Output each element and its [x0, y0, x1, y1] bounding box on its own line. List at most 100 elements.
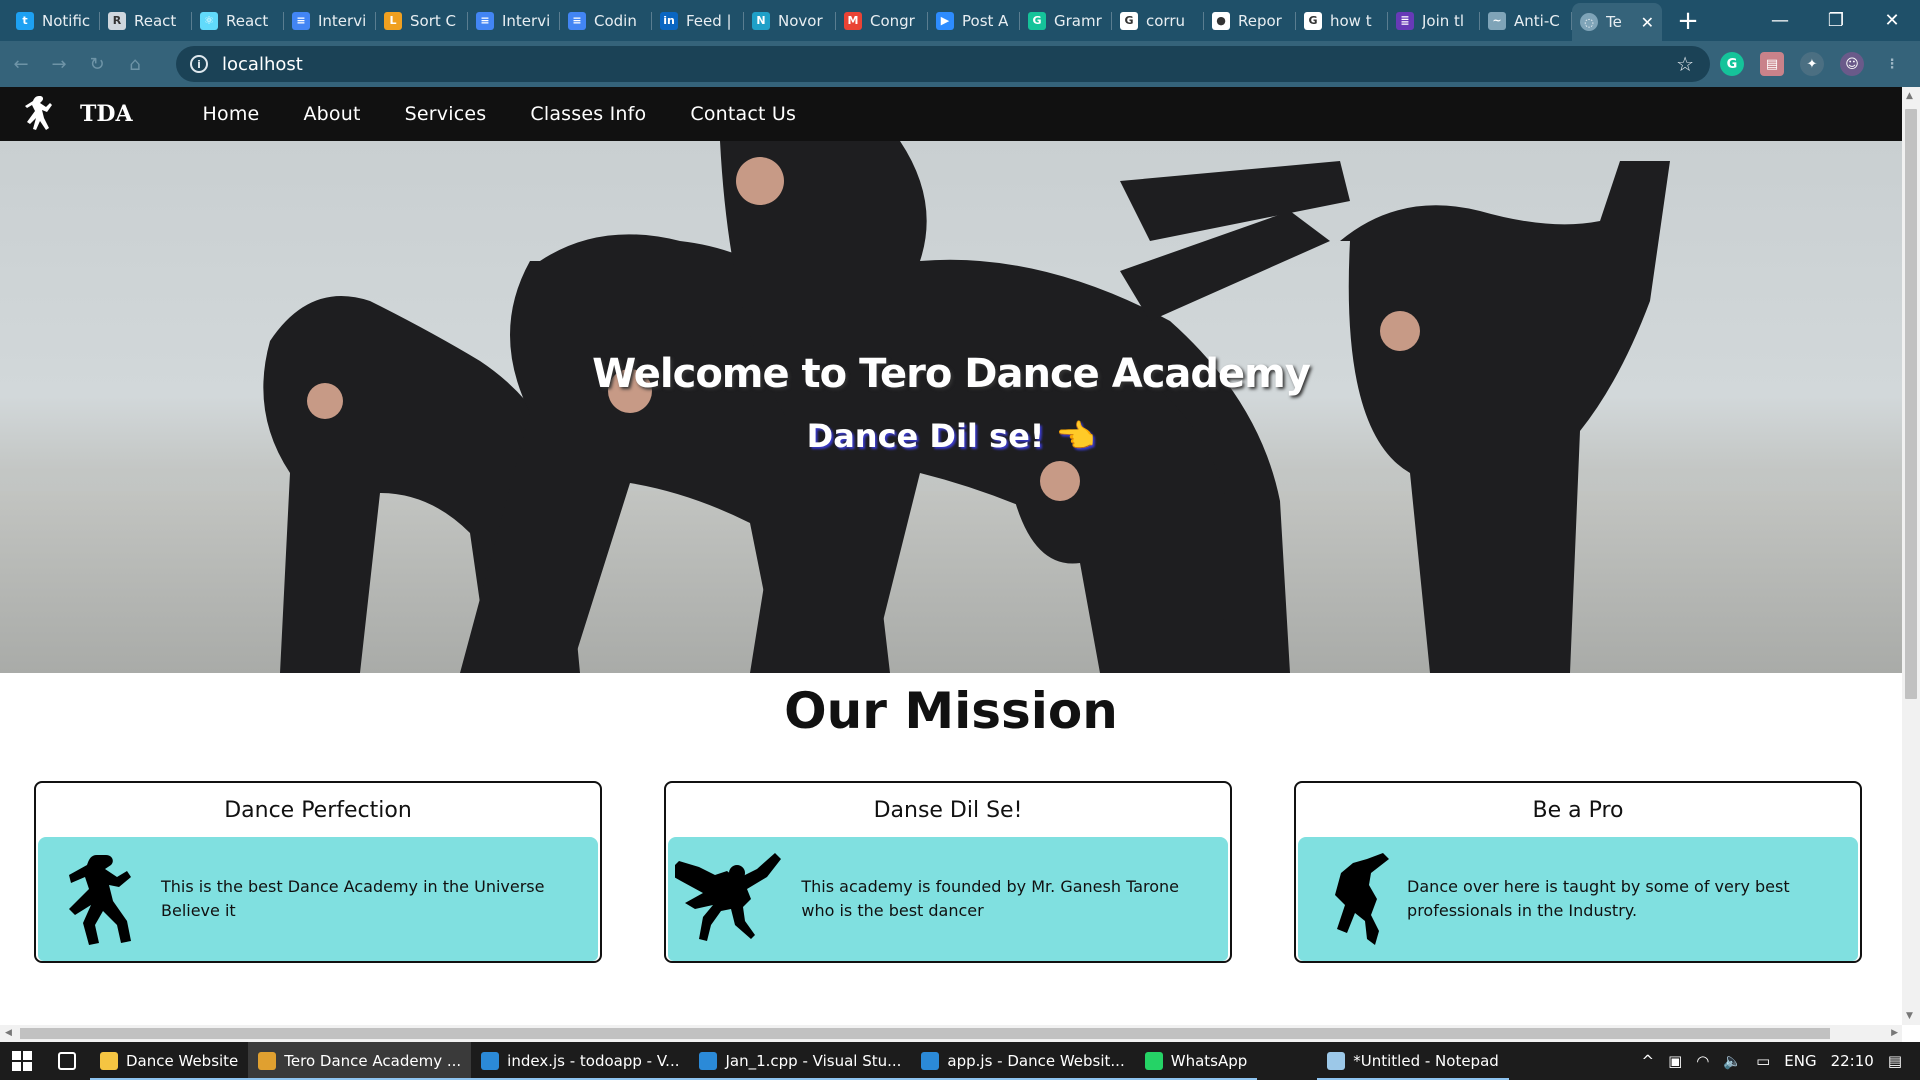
browser-tab-label: Gramr	[1054, 11, 1102, 30]
whatsapp-icon	[1144, 1052, 1163, 1070]
site-info-icon[interactable]: i	[190, 55, 208, 73]
taskbar-item[interactable]: Tero Dance Academy ...	[248, 1042, 472, 1080]
clock[interactable]: 22:10	[1831, 1052, 1874, 1070]
scroll-left-icon[interactable]: ◀	[5, 1028, 12, 1038]
active-tab[interactable]: ◌ Te ✕	[1572, 3, 1662, 41]
scroll-down-icon[interactable]: ▼	[1906, 1011, 1913, 1021]
browser-tab[interactable]: ≡ Intervi	[284, 0, 376, 41]
dancer-logo-icon[interactable]	[16, 92, 60, 136]
chrome-icon	[258, 1052, 277, 1070]
taskbar-item[interactable]: WhatsApp	[1134, 1042, 1258, 1080]
site-menu: Home About Services Classes Info Contact…	[203, 103, 841, 125]
battery-icon[interactable]: ▭	[1756, 1052, 1770, 1070]
vscode-icon	[481, 1052, 500, 1070]
scroll-up-icon[interactable]: ▲	[1906, 91, 1913, 101]
restore-button[interactable]: ❐	[1808, 0, 1864, 41]
browser-tab[interactable]: in Feed |	[652, 0, 744, 41]
browser-tab[interactable]: L Sort C	[376, 0, 468, 41]
vertical-scrollbar[interactable]: ▲ ▼	[1902, 87, 1920, 1025]
taskbar-item-label: *Untitled - Notepad	[1353, 1052, 1499, 1070]
browser-tab[interactable]: ≣ Join tl	[1388, 0, 1480, 41]
github-icon: ●	[1212, 11, 1230, 30]
card-title: Dance Perfection	[224, 797, 412, 823]
taskbar-item[interactable]: *Untitled - Notepad	[1317, 1042, 1509, 1080]
taskbar-item[interactable]: Dance Website	[90, 1042, 249, 1080]
taskbar-item-label: Tero Dance Academy ...	[284, 1052, 462, 1070]
mission-card: Be a Pro Dance over here is taught by so…	[1294, 781, 1862, 963]
browser-tab[interactable]: t Notific	[8, 0, 100, 41]
card-title: Be a Pro	[1532, 797, 1624, 823]
browser-tab[interactable]: Ghow t	[1296, 0, 1388, 41]
bookmark-star-icon[interactable]: ☆	[1676, 52, 1694, 76]
nav-link-classes-info[interactable]: Classes Info	[530, 103, 646, 125]
language-indicator[interactable]: ENG	[1784, 1052, 1816, 1070]
react-router-icon: R	[108, 11, 126, 30]
address-bar[interactable]: i localhost ☆	[176, 46, 1710, 82]
browser-tab[interactable]: G Gramr	[1020, 0, 1112, 41]
taskbar-item-label: index.js - todoapp - V...	[507, 1052, 680, 1070]
browser-tab-label: how t	[1330, 11, 1372, 30]
close-window-button[interactable]: ✕	[1864, 0, 1920, 41]
grammarly-extension-icon[interactable]: G	[1720, 52, 1744, 76]
windows-start-button[interactable]	[0, 1042, 44, 1080]
nav-link-about[interactable]: About	[303, 103, 360, 125]
react-icon: ⚛	[200, 11, 218, 30]
taskbar-item-label: Jan_1.cpp - Visual Stu...	[725, 1052, 902, 1070]
profile-avatar[interactable]: ☺	[1840, 52, 1864, 76]
forward-button[interactable]: →	[42, 47, 76, 81]
menu-dots-icon[interactable]: ⋮	[1880, 52, 1904, 76]
card-body: Dance over here is taught by some of ver…	[1298, 837, 1858, 961]
vertical-scroll-thumb[interactable]	[1905, 109, 1917, 699]
browser-tab[interactable]: R React	[100, 0, 192, 41]
browser-tab[interactable]: ≡ Codin	[560, 0, 652, 41]
taskbar-item-label: WhatsApp	[1170, 1052, 1248, 1070]
taskbar-item[interactable]: index.js - todoapp - V...	[471, 1042, 690, 1080]
notifications-icon[interactable]: ▤	[1888, 1052, 1902, 1070]
close-tab-icon[interactable]: ✕	[1641, 13, 1654, 32]
browser-tab-label: Novor	[778, 11, 823, 30]
nav-link-home[interactable]: Home	[203, 103, 260, 125]
tray-chevron-icon[interactable]: ^	[1642, 1052, 1655, 1070]
tab-list: t Notific R React ⚛ React ≡ Intervi L Sort C ≡ Inte…	[0, 0, 1572, 41]
wifi-icon[interactable]: ◠	[1696, 1052, 1709, 1070]
extensions-puzzle-icon[interactable]: ✦	[1800, 52, 1824, 76]
card-body: This is the best Dance Academy in the Un…	[38, 837, 598, 961]
back-button[interactable]: ←	[4, 47, 38, 81]
extension-icon[interactable]: ▤	[1760, 52, 1784, 76]
browser-tab-label: Intervi	[318, 11, 367, 30]
card-text: This is the best Dance Academy in the Un…	[161, 877, 545, 920]
nav-link-contact-us[interactable]: Contact Us	[690, 103, 796, 125]
new-tab-button[interactable]: +	[1668, 0, 1708, 41]
browser-tab-label: Notific	[42, 11, 91, 30]
browser-tab[interactable]: ⚛ React	[192, 0, 284, 41]
taskbar-item[interactable]: Jan_1.cpp - Visual Stu...	[689, 1042, 912, 1080]
browser-tab[interactable]: N Novor	[744, 0, 836, 41]
reload-button[interactable]: ↻	[80, 47, 114, 81]
nav-link-services[interactable]: Services	[405, 103, 487, 125]
volume-icon[interactable]: 🔈	[1723, 1052, 1742, 1070]
meet-now-icon[interactable]: ▣	[1668, 1052, 1682, 1070]
taskbar-item[interactable]: app.js - Dance Websit...	[911, 1042, 1136, 1080]
browser-tab[interactable]: ≡ Intervi	[468, 0, 560, 41]
browser-tab-label: Repor	[1238, 11, 1282, 30]
card-text: Dance over here is taught by some of ver…	[1407, 877, 1790, 920]
horizontal-scroll-thumb[interactable]	[20, 1028, 1830, 1039]
brand-name[interactable]: TDA	[80, 101, 133, 127]
browser-tab[interactable]: ~ Anti-C	[1480, 0, 1572, 41]
browser-tab[interactable]: Gcorru	[1112, 0, 1204, 41]
browser-tab[interactable]: ▶ Post A	[928, 0, 1020, 41]
linkedin-icon: in	[660, 11, 678, 30]
browser-tab[interactable]: ● Repor	[1204, 0, 1296, 41]
scroll-right-icon[interactable]: ▶	[1891, 1028, 1898, 1038]
task-view-button[interactable]	[44, 1042, 90, 1080]
home-button[interactable]: ⌂	[118, 47, 152, 81]
task-view-icon	[58, 1052, 76, 1070]
url-text: localhost	[222, 53, 303, 75]
browser-tab[interactable]: M Congr	[836, 0, 928, 41]
system-tray: ^ ▣ ◠ 🔈 ▭ ENG 22:10 ▤	[1642, 1042, 1920, 1080]
minimize-button[interactable]: —	[1752, 0, 1808, 41]
dancer-silhouette-icon	[38, 837, 161, 961]
horizontal-scrollbar[interactable]: ◀ ▶	[0, 1025, 1902, 1042]
browser-tab-label: React	[226, 11, 269, 30]
page-viewport: TDA Home About Services Classes Info Con…	[0, 87, 1902, 1025]
